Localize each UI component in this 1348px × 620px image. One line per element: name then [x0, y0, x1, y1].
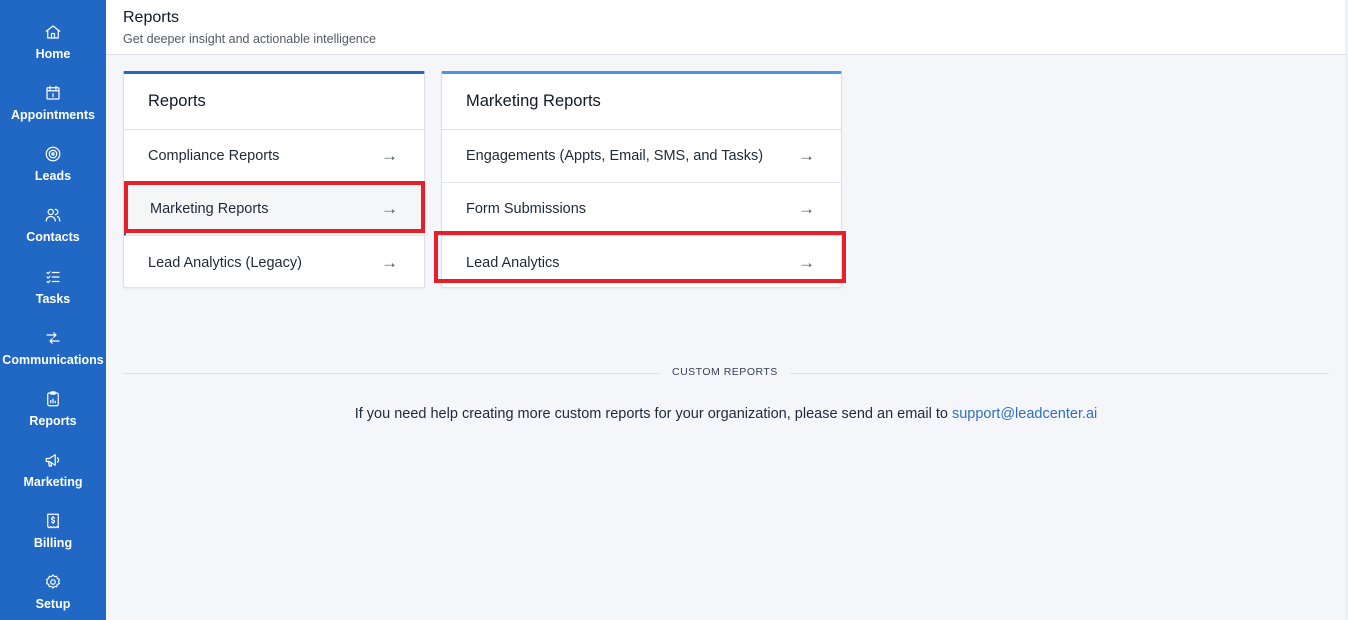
- report-link-label: Marketing Reports: [150, 201, 269, 217]
- sidebar-item-label: Appointments: [10, 108, 96, 122]
- marketing-reports-card: Marketing Reports Engagements (Appts, Em…: [441, 71, 842, 288]
- card-title: Reports: [124, 74, 424, 130]
- gear-icon: [43, 573, 63, 591]
- report-link-form-submissions[interactable]: Form Submissions →: [442, 183, 841, 236]
- checklist-icon: [43, 268, 63, 286]
- page-title: Reports: [123, 9, 180, 26]
- sidebar: Home Appointments Leads Contacts Tasks C…: [0, 0, 106, 620]
- sidebar-item-home[interactable]: Home: [0, 0, 106, 61]
- sidebar-item-label: Setup: [35, 597, 71, 611]
- report-link-label: Form Submissions: [466, 201, 587, 217]
- arrow-right-icon: →: [798, 146, 815, 165]
- arrow-right-icon: →: [798, 252, 815, 272]
- sidebar-item-contacts[interactable]: Contacts: [0, 183, 106, 244]
- sidebar-item-label: Tasks: [35, 292, 71, 306]
- report-link-label: Engagements (Appts, Email, SMS, and Task…: [466, 148, 764, 164]
- sidebar-item-label: Communications: [2, 353, 104, 367]
- support-email-link[interactable]: support@leadcenter.ai: [952, 406, 1097, 422]
- help-text: If you need help creating more custom re…: [354, 406, 952, 422]
- custom-reports-help: If you need help creating more custom re…: [0, 406, 1348, 422]
- sidebar-item-appointments[interactable]: Appointments: [0, 61, 106, 122]
- custom-reports-heading: CUSTOM REPORTS: [660, 366, 790, 378]
- report-link-marketing-reports[interactable]: Marketing Reports →: [124, 183, 424, 236]
- card-title: Marketing Reports: [442, 74, 841, 130]
- target-icon: [43, 145, 63, 163]
- arrow-right-icon: →: [381, 146, 398, 165]
- sidebar-item-label: Marketing: [23, 475, 83, 489]
- report-link-label: Compliance Reports: [148, 148, 280, 164]
- sidebar-item-label: Contacts: [26, 230, 80, 244]
- sidebar-item-marketing[interactable]: Marketing: [0, 428, 106, 489]
- arrows-exchange-icon: [43, 329, 63, 347]
- sidebar-item-billing[interactable]: Billing: [0, 489, 106, 550]
- arrow-right-icon: →: [381, 199, 398, 218]
- sidebar-item-label: Home: [35, 47, 71, 61]
- users-icon: [43, 206, 63, 224]
- calendar-icon: [43, 84, 63, 102]
- sidebar-item-leads[interactable]: Leads: [0, 122, 106, 183]
- sidebar-item-communications[interactable]: Communications: [0, 306, 106, 367]
- report-link-engagements[interactable]: Engagements (Appts, Email, SMS, and Task…: [442, 130, 841, 183]
- receipt-dollar-icon: [43, 512, 63, 530]
- sidebar-item-setup[interactable]: Setup: [0, 550, 106, 611]
- sidebar-item-label: Leads: [34, 169, 72, 183]
- report-link-compliance-reports[interactable]: Compliance Reports →: [124, 130, 424, 183]
- report-link-lead-analytics[interactable]: Lead Analytics →: [442, 236, 841, 289]
- reports-card: Reports Compliance Reports → Marketing R…: [123, 71, 425, 288]
- arrow-right-icon: →: [381, 252, 398, 272]
- report-link-lead-analytics-legacy[interactable]: Lead Analytics (Legacy) →: [124, 236, 424, 289]
- home-icon: [43, 23, 63, 41]
- sidebar-item-label: Billing: [33, 536, 73, 550]
- sidebar-item-tasks[interactable]: Tasks: [0, 245, 106, 306]
- page-subtitle: Get deeper insight and actionable intell…: [123, 32, 376, 46]
- report-link-label: Lead Analytics: [466, 254, 560, 271]
- megaphone-icon: [43, 451, 63, 469]
- report-link-label: Lead Analytics (Legacy): [148, 254, 302, 271]
- arrow-right-icon: →: [798, 199, 815, 218]
- page-header: Reports Get deeper insight and actionabl…: [106, 0, 1345, 55]
